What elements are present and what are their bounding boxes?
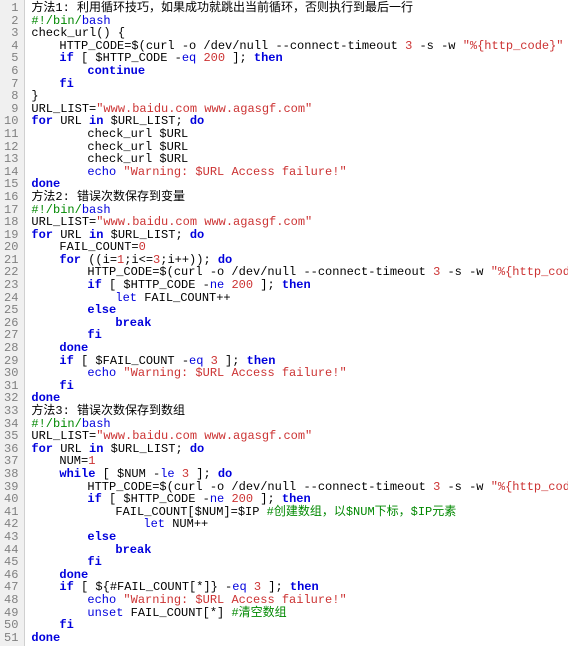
code-token: if	[87, 278, 101, 292]
code-token: do	[190, 442, 204, 456]
code-line: else	[31, 531, 568, 544]
line-number: 48	[4, 594, 18, 607]
code-token: else	[87, 303, 116, 317]
code-token: 200	[203, 51, 225, 65]
code-line: continue	[31, 65, 568, 78]
line-number: 23	[4, 279, 18, 292]
code-line: fi	[31, 619, 568, 632]
line-number-gutter: 1234567891011121314151617181920212223242…	[0, 0, 25, 646]
code-token: if	[87, 492, 101, 506]
code-token: -s -w	[440, 480, 490, 494]
code-token: if	[59, 580, 73, 594]
code-line: unset FAIL_COUNT[*] #清空数组	[31, 607, 568, 620]
code-token: do	[190, 114, 204, 128]
line-number: 50	[4, 619, 18, 632]
code-token: echo	[87, 366, 116, 380]
code-line: for URL in $URL_LIST; do	[31, 443, 568, 456]
line-number: 3	[4, 27, 18, 40]
code-token: unset	[87, 606, 123, 620]
code-token: #清空数组	[231, 606, 286, 620]
code-token: -s -w	[440, 265, 490, 279]
code-token: let	[115, 291, 137, 305]
code-line: 方法2: 错误次数保存到变量	[31, 191, 568, 204]
line-number: 40	[4, 493, 18, 506]
code-token: FAIL_COUNT[*]	[123, 606, 231, 620]
line-number: 18	[4, 216, 18, 229]
code-line: break	[31, 317, 568, 330]
code-token: do	[190, 228, 204, 242]
line-number: 20	[4, 241, 18, 254]
code-line: fi	[31, 556, 568, 569]
line-number: 51	[4, 632, 18, 645]
code-token: done	[31, 631, 60, 645]
code-line: echo "Warning: $URL Access failure!"	[31, 166, 568, 179]
code-token: echo	[87, 165, 116, 179]
code-token: "Warning: $URL Access failure!"	[123, 366, 346, 380]
code-line: fi	[31, 329, 568, 342]
code-line: 方法1: 利用循环技巧，如果成功就跳出当前循环，否则执行到最后一行	[31, 2, 568, 15]
code-token: "%{http_code}"	[491, 265, 568, 279]
code-token: fi	[59, 618, 73, 632]
code-token: let	[143, 517, 165, 531]
code-token: if	[59, 51, 73, 65]
code-token: if	[59, 354, 73, 368]
code-line: fi	[31, 78, 568, 91]
line-number: 1	[4, 2, 18, 15]
code-editor-content[interactable]: 方法1: 利用循环技巧，如果成功就跳出当前循环，否则执行到最后一行#!/bin/…	[25, 0, 568, 646]
code-token: else	[87, 530, 116, 544]
code-token: break	[115, 543, 151, 557]
line-number: 35	[4, 430, 18, 443]
line-number: 30	[4, 367, 18, 380]
code-token: for	[59, 253, 81, 267]
line-number: 45	[4, 556, 18, 569]
code-token: break	[115, 316, 151, 330]
code-line: 方法3: 错误次数保存到数组	[31, 405, 568, 418]
line-number: 33	[4, 405, 18, 418]
line-number: 11	[4, 128, 18, 141]
code-token: URL	[53, 114, 89, 128]
line-number: 43	[4, 531, 18, 544]
code-token: then	[254, 51, 283, 65]
code-line: else	[31, 304, 568, 317]
code-token: fi	[59, 77, 73, 91]
line-number: 13	[4, 153, 18, 166]
code-line: fi	[31, 380, 568, 393]
line-number: 28	[4, 342, 18, 355]
code-token: fi	[87, 328, 101, 342]
line-number: 38	[4, 468, 18, 481]
code-token: then	[282, 278, 311, 292]
code-line: FAIL_COUNT[$NUM]=$IP #创建数组，以$NUM下标，$IP元素	[31, 506, 568, 519]
line-number: 6	[4, 65, 18, 78]
code-token: ];	[225, 51, 254, 65]
code-token: for	[31, 228, 53, 242]
line-number: 8	[4, 90, 18, 103]
line-number: 16	[4, 191, 18, 204]
code-token: for	[31, 442, 53, 456]
code-token: eq	[182, 51, 196, 65]
code-line: done	[31, 632, 568, 645]
code-token: 200	[231, 278, 253, 292]
code-token: "Warning: $URL Access failure!"	[123, 165, 346, 179]
code-token: FAIL_COUNT++	[137, 291, 231, 305]
code-token: "%{http_code}"	[491, 480, 568, 494]
code-token: NUM++	[165, 517, 208, 531]
code-line: echo "Warning: $URL Access failure!"	[31, 367, 568, 380]
code-token: fi	[59, 379, 73, 393]
code-token: ];	[253, 278, 282, 292]
code-token: $URL_LIST;	[103, 442, 189, 456]
code-token: "%{http_code}"	[463, 39, 564, 53]
code-token: fi	[87, 555, 101, 569]
code-token: $	[564, 39, 568, 53]
code-line: break	[31, 544, 568, 557]
code-token: -s -w	[412, 39, 462, 53]
code-token: continue	[87, 64, 145, 78]
line-number: 25	[4, 304, 18, 317]
code-token: for	[31, 114, 53, 128]
code-token: #创建数组，以$NUM下标，$IP元素	[267, 505, 457, 519]
code-line: if [ $HTTP_CODE -ne 200 ]; then	[31, 279, 568, 292]
